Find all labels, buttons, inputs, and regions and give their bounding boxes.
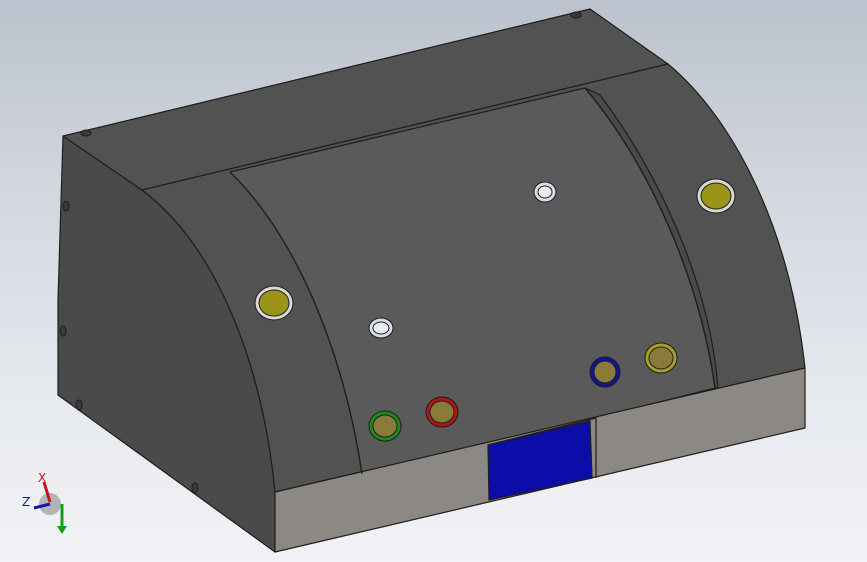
right-yellow-button[interactable] (696, 178, 736, 214)
screw-hole (570, 11, 582, 19)
screw-hole (75, 399, 83, 411)
screw-hole (80, 129, 92, 137)
triad-y-arrow (57, 526, 67, 534)
yellow-small-button[interactable] (644, 342, 678, 374)
screw-hole (191, 482, 199, 494)
green-button-cap (372, 414, 398, 438)
center-hole-button[interactable] (368, 317, 394, 339)
yellow-small-button-cap (648, 346, 674, 370)
top-hole-button-cap (537, 185, 553, 199)
triad-z-label: Z (22, 495, 30, 509)
top-hole-button[interactable] (533, 181, 557, 203)
coordinate-triad: X Z (22, 471, 67, 534)
enclosure-model[interactable] (57, 8, 806, 553)
triad-x-label: X (38, 471, 46, 485)
red-button[interactable] (425, 396, 459, 428)
left-yellow-button[interactable] (254, 285, 294, 321)
blue-button-cap (593, 360, 617, 384)
center-hole-button-cap (372, 321, 390, 335)
screw-hole (62, 200, 70, 212)
model-viewport[interactable]: X Z (0, 0, 867, 562)
screw-hole (59, 325, 67, 337)
left-yellow-button-cap (258, 289, 290, 317)
right-yellow-button-cap (700, 182, 732, 210)
red-button-cap (429, 400, 455, 424)
green-button[interactable] (368, 410, 402, 442)
blue-button[interactable] (589, 356, 621, 388)
